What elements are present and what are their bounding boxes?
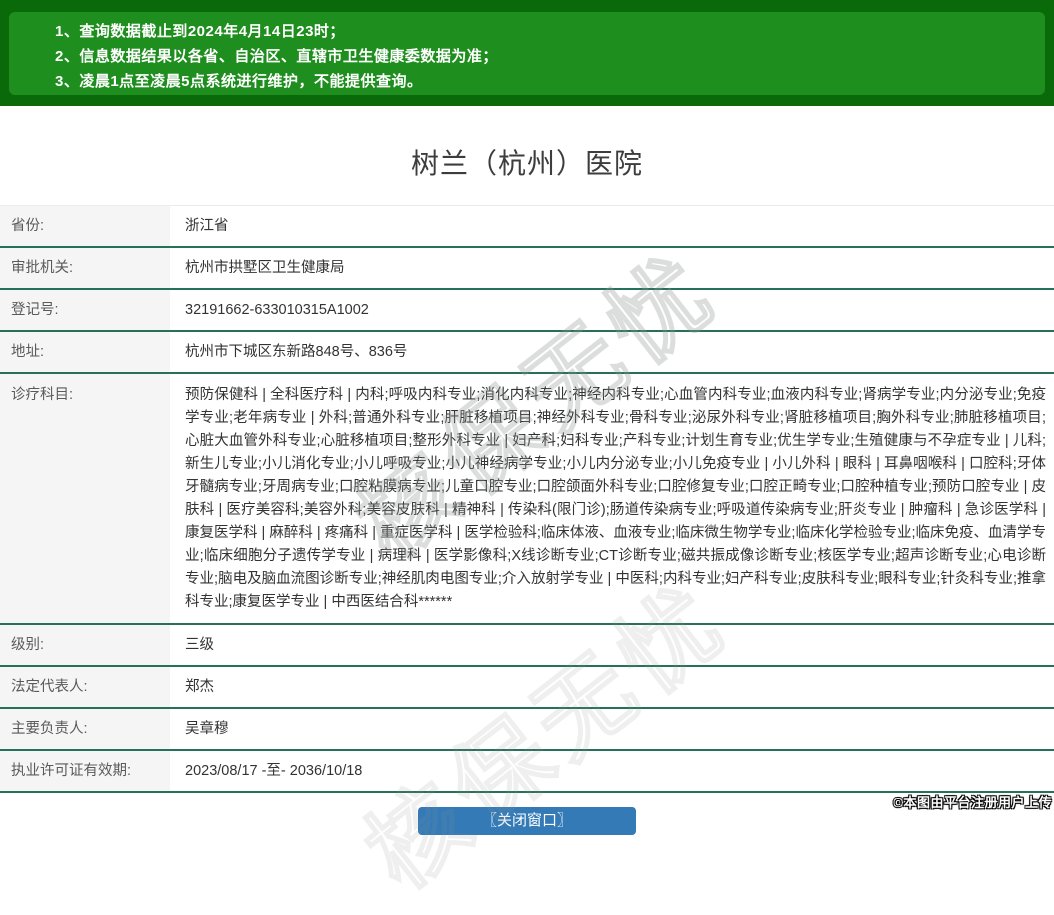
row-label: 主要负责人: — [0, 709, 170, 749]
row-value: 吴章穆 — [170, 709, 1054, 749]
row-value: 杭州市下城区东新路848号、836号 — [170, 332, 1054, 372]
table-row-person-in-charge: 主要负责人: 吴章穆 — [0, 709, 1054, 751]
row-label: 法定代表人: — [0, 667, 170, 707]
table-row-address: 地址: 杭州市下城区东新路848号、836号 — [0, 332, 1054, 374]
row-label: 诊疗科目: — [0, 374, 170, 623]
button-bar: 〖关闭窗口〗 — [0, 807, 1054, 835]
row-label: 省份: — [0, 206, 170, 246]
row-label: 执业许可证有效期: — [0, 751, 170, 791]
upload-credit-badge: ©本图由平台注册用户上传 — [893, 792, 1052, 811]
table-row-legal-representative: 法定代表人: 郑杰 — [0, 667, 1054, 709]
row-value: 三级 — [170, 625, 1054, 665]
table-row-license-validity: 执业许可证有效期: 2023/08/17 -至- 2036/10/18 — [0, 751, 1054, 793]
row-value: 32191662-633010315A1002 — [170, 290, 1054, 330]
row-value: 郑杰 — [170, 667, 1054, 707]
details-table: 省份: 浙江省 审批机关: 杭州市拱墅区卫生健康局 登记号: 32191662-… — [0, 205, 1054, 793]
notice-banner-frame: 1、查询数据截止到2024年4月14日23时； 2、信息数据结果以各省、自治区、… — [0, 0, 1054, 106]
notice-item: 2、信息数据结果以各省、自治区、直辖市卫生健康委数据为准； — [55, 44, 1025, 69]
table-row-province: 省份: 浙江省 — [0, 206, 1054, 248]
table-row-level: 级别: 三级 — [0, 625, 1054, 667]
table-row-approval-authority: 审批机关: 杭州市拱墅区卫生健康局 — [0, 248, 1054, 290]
notice-banner: 1、查询数据截止到2024年4月14日23时； 2、信息数据结果以各省、自治区、… — [9, 12, 1045, 95]
row-label: 审批机关: — [0, 248, 170, 288]
row-label: 登记号: — [0, 290, 170, 330]
row-value: 杭州市拱墅区卫生健康局 — [170, 248, 1054, 288]
table-row-registration-number: 登记号: 32191662-633010315A1002 — [0, 290, 1054, 332]
row-value: 预防保健科 | 全科医疗科 | 内科;呼吸内科专业;消化内科专业;神经内科专业;… — [170, 374, 1054, 623]
page-title: 树兰（杭州）医院 — [0, 142, 1054, 182]
row-label: 级别: — [0, 625, 170, 665]
notice-item: 1、查询数据截止到2024年4月14日23时； — [55, 19, 1025, 44]
row-label: 地址: — [0, 332, 170, 372]
row-value: 浙江省 — [170, 206, 1054, 246]
row-value: 2023/08/17 -至- 2036/10/18 — [170, 751, 1054, 791]
notice-item: 3、凌晨1点至凌晨5点系统进行维护，不能提供查询。 — [55, 69, 1025, 94]
table-row-medical-subjects: 诊疗科目: 预防保健科 | 全科医疗科 | 内科;呼吸内科专业;消化内科专业;神… — [0, 374, 1054, 625]
close-window-button[interactable]: 〖关闭窗口〗 — [418, 807, 636, 835]
